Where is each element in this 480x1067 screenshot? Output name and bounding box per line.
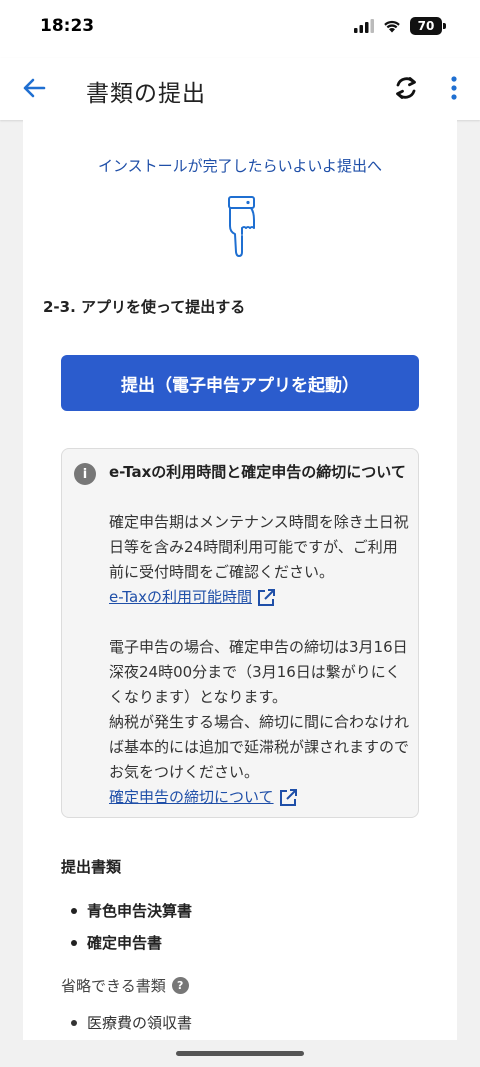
app-bar: 書類の提出 bbox=[0, 58, 480, 120]
more-vert-icon[interactable] bbox=[444, 72, 464, 104]
battery-level: 70 bbox=[417, 19, 435, 33]
docs-heading: 提出書類 bbox=[61, 858, 122, 876]
page-title: 書類の提出 bbox=[86, 81, 206, 107]
info-paragraph-tax: 納税が発生する場合、締切に間に合わなければ基本的には追加で延滞税が課されますので… bbox=[109, 713, 410, 781]
help-icon[interactable]: ? bbox=[171, 977, 189, 994]
wifi-icon bbox=[384, 20, 400, 33]
battery-icon: 70 bbox=[410, 17, 446, 35]
list-item: 青色申告決算書 bbox=[71, 900, 192, 921]
home-indicator-area bbox=[0, 1040, 480, 1067]
deadline-link-label: 確定申告の締切について bbox=[109, 788, 274, 806]
deadline-link[interactable]: 確定申告の締切について bbox=[109, 785, 298, 810]
status-bar: 18:23 70 bbox=[0, 0, 480, 58]
omit-item-label: 医療費の領収書 bbox=[87, 1014, 193, 1032]
back-arrow-icon[interactable] bbox=[20, 74, 48, 102]
etax-hours-link-label: e-Taxの利用可能時間 bbox=[109, 588, 253, 606]
submit-button[interactable]: 提出（電子申告アプリを起動） bbox=[61, 355, 419, 411]
main-content: インストールが完了したらいよいよ提出へ 2-3. アプリを使って提出する 提出（… bbox=[23, 120, 457, 1040]
status-time: 18:23 bbox=[40, 16, 95, 36]
info-paragraph-availability: 確定申告期はメンテナンス時間を除き土日祝日等を含み24時間利用可能ですが、ご利用… bbox=[109, 513, 409, 581]
home-indicator[interactable] bbox=[176, 1051, 304, 1056]
install-complete-text: インストールが完了したらいよいよ提出へ bbox=[97, 157, 383, 175]
step-heading: 2-3. アプリを使って提出する bbox=[43, 298, 246, 316]
doc-item-label: 青色申告決算書 bbox=[87, 902, 193, 920]
pointing-down-hand-icon bbox=[228, 196, 255, 257]
etax-hours-link[interactable]: e-Taxの利用可能時間 bbox=[109, 585, 276, 610]
list-item: 医療費の領収書 bbox=[71, 1012, 192, 1033]
signal-icon bbox=[354, 19, 374, 33]
list-item: 確定申告書 bbox=[71, 932, 162, 953]
external-link-icon bbox=[258, 588, 276, 606]
sync-icon[interactable] bbox=[391, 73, 421, 103]
omit-heading-label: 省略できる書類 bbox=[61, 977, 166, 995]
doc-item-label: 確定申告書 bbox=[87, 934, 163, 952]
info-title: e-Taxの利用時間と確定申告の締切について bbox=[109, 463, 406, 481]
omit-heading: 省略できる書類 ? bbox=[61, 975, 189, 996]
status-icons: 70 bbox=[354, 17, 446, 35]
info-icon: i bbox=[74, 463, 96, 485]
info-box: i e-Taxの利用時間と確定申告の締切について 確定申告期はメンテナンス時間を… bbox=[61, 448, 419, 818]
info-paragraph-deadline: 電子申告の場合、確定申告の締切は3月16日深夜24時00分まで（3月16日は繋が… bbox=[109, 638, 408, 706]
external-link-icon bbox=[279, 788, 297, 806]
